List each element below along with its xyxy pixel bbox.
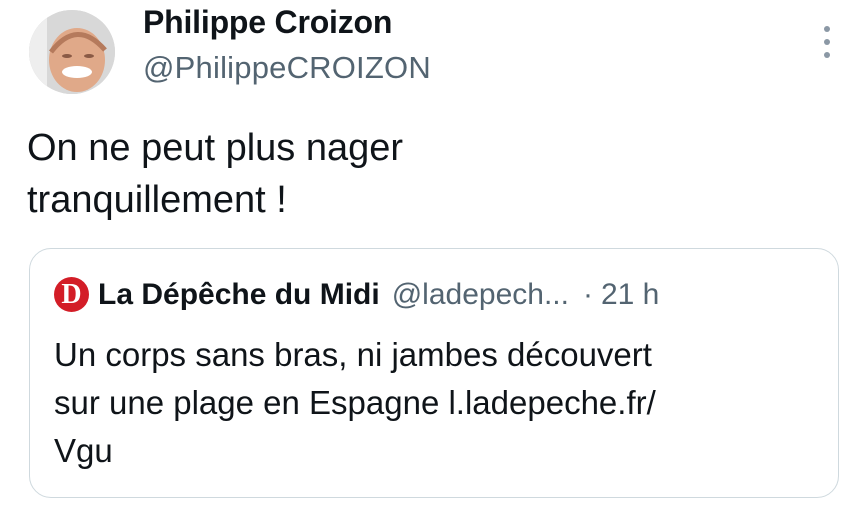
- quoted-text-line: sur une plage en Espagne l.ladepeche.fr/: [54, 384, 656, 421]
- author-block: Philippe Croizon @PhilippeCROIZON: [143, 6, 431, 83]
- more-options-button[interactable]: [821, 26, 833, 58]
- author-handle[interactable]: @PhilippeCROIZON: [143, 52, 431, 83]
- quoted-text-line: Un corps sans bras, ni jambes découvert: [54, 336, 652, 373]
- quoted-tweet-header: D La Dépêche du Midi @ladepech... · 21 h: [54, 277, 659, 312]
- quoted-timestamp: 21 h: [600, 277, 660, 311]
- dot-separator: ·: [582, 277, 593, 311]
- source-logo-icon: D: [54, 277, 89, 312]
- tweet-text-line: tranquillement !: [27, 179, 287, 221]
- avatar[interactable]: [29, 10, 115, 94]
- quoted-source-handle: @ladepech...: [391, 277, 569, 311]
- quoted-tweet-text: Un corps sans bras, ni jambes découvert …: [54, 331, 814, 475]
- quoted-text-line: Vgu: [54, 432, 113, 469]
- profile-photo: [29, 10, 115, 94]
- vertical-ellipsis-icon: [824, 39, 830, 45]
- quoted-source-name: La Dépêche du Midi: [98, 277, 380, 311]
- vertical-ellipsis-icon: [824, 26, 830, 32]
- author-name[interactable]: Philippe Croizon: [143, 6, 431, 38]
- tweet-text: On ne peut plus nager tranquillement !: [27, 122, 727, 226]
- vertical-ellipsis-icon: [824, 52, 830, 58]
- tweet-text-line: On ne peut plus nager: [27, 127, 404, 169]
- quoted-tweet-card[interactable]: D La Dépêche du Midi @ladepech... · 21 h…: [29, 248, 839, 498]
